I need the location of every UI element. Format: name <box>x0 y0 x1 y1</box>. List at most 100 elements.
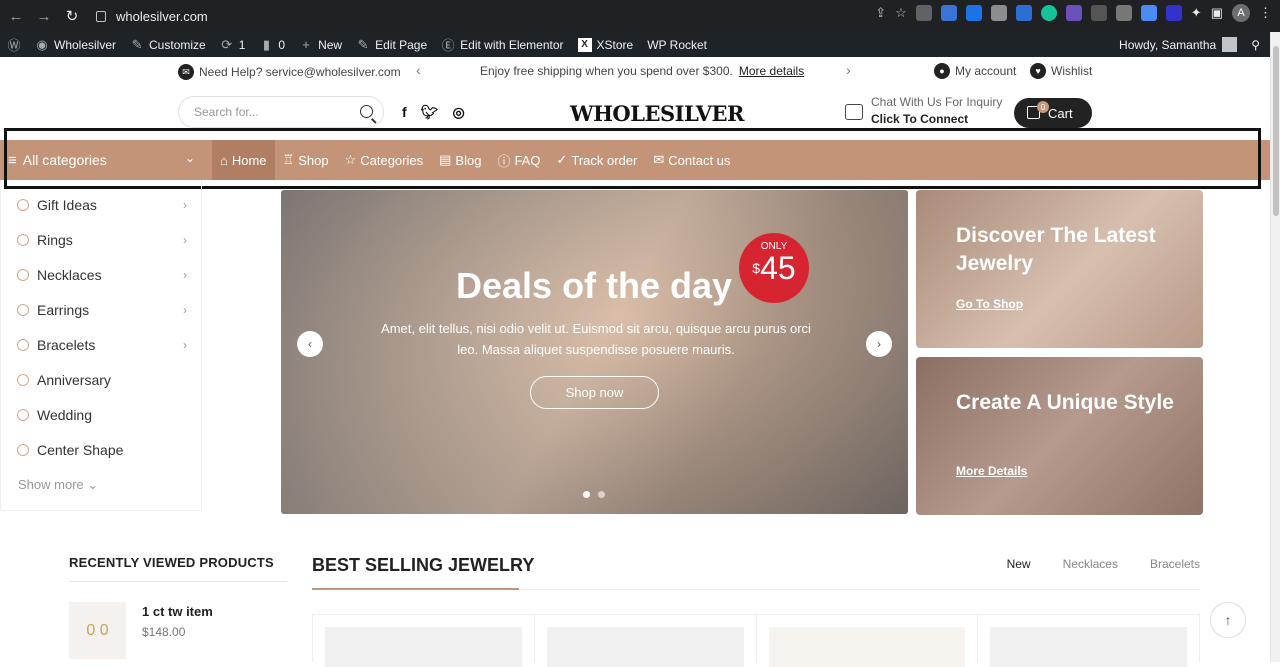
help-contact[interactable]: ✉ Need Help? service@wholesilver.com <box>178 64 401 80</box>
sidebar-item-wedding[interactable]: Wedding <box>17 397 187 432</box>
product-image[interactable] <box>990 627 1187 667</box>
scrollbar-thumb[interactable] <box>1273 46 1279 216</box>
wp-customize-item[interactable]: ✎ Customize <box>123 32 213 57</box>
show-more-link[interactable]: Show more ⌄ <box>18 477 98 493</box>
cart-button[interactable]: 0 Cart <box>1014 98 1092 128</box>
pencil-icon: ✎ <box>357 36 369 52</box>
extension-icon[interactable] <box>965 5 982 21</box>
product-card[interactable] <box>978 615 1199 667</box>
site-logo[interactable]: WHOLESILVER <box>570 101 745 126</box>
wp-site-item[interactable]: ◉ Wholesilver <box>28 32 123 57</box>
slider-next-icon[interactable]: › <box>866 331 892 357</box>
tab-bracelets[interactable]: Bracelets <box>1150 557 1200 571</box>
share-icon[interactable]: ⇪ <box>875 5 886 21</box>
sidebar-item-gift-ideas[interactable]: Gift Ideas › <box>17 187 187 222</box>
extension-icon[interactable] <box>1090 5 1107 21</box>
sidebar-item-necklaces[interactable]: Necklaces › <box>17 257 187 292</box>
xstore-icon: X <box>577 37 592 52</box>
recent-product-item[interactable]: 0 0 1 ct tw item $148.00 <box>69 602 213 659</box>
wishlist-link[interactable]: ♥ Wishlist <box>1030 63 1092 79</box>
tab-necklaces[interactable]: Necklaces <box>1063 557 1118 571</box>
twitter-icon[interactable]: 🐦︎ <box>421 104 439 121</box>
page-scrollbar[interactable] <box>1270 32 1280 662</box>
product-price: $148.00 <box>142 625 186 639</box>
sidebar-item-anniversary[interactable]: Anniversary <box>17 362 187 397</box>
search-input[interactable]: Search for... <box>178 96 384 128</box>
wp-account-menu[interactable]: Howdy, Samantha ⚲ <box>1119 32 1260 57</box>
tab-new[interactable]: New <box>1007 557 1031 571</box>
search-icon[interactable]: ⚲ <box>1251 38 1260 52</box>
extension-icon[interactable] <box>1165 5 1182 21</box>
go-to-shop-link[interactable]: Go To Shop <box>956 297 1023 311</box>
sidepanel-icon[interactable]: ▣ <box>1211 5 1223 21</box>
extension-icon[interactable] <box>915 5 932 21</box>
product-image[interactable] <box>325 627 522 667</box>
more-details-link[interactable]: More details <box>739 64 804 78</box>
sidebar-item-earrings[interactable]: Earrings › <box>17 292 187 327</box>
profile-avatar[interactable]: A <box>1232 4 1250 22</box>
wp-logo-item[interactable]: Ⓦ <box>0 32 28 57</box>
search-placeholder: Search for... <box>194 105 259 119</box>
chat-line2: Click To Connect <box>871 112 969 126</box>
product-card[interactable] <box>313 615 535 667</box>
sidebar-item-label: Wedding <box>37 406 93 423</box>
product-thumbnail[interactable]: 0 0 <box>69 602 126 659</box>
slider-dot[interactable] <box>583 491 590 498</box>
wp-rocket-item[interactable]: WP Rocket <box>640 32 714 57</box>
extension-icon[interactable] <box>1015 5 1032 21</box>
my-account-link[interactable]: ● My account <box>934 63 1016 79</box>
show-more-label: Show more <box>18 477 84 492</box>
instagram-icon[interactable]: ◎ <box>452 104 464 121</box>
extension-icon[interactable] <box>1065 5 1082 21</box>
slider-prev-icon[interactable]: ‹ <box>297 331 323 357</box>
wp-comments-item[interactable]: ▮ 0 <box>252 32 292 57</box>
wp-xstore-item[interactable]: X XStore <box>571 32 641 57</box>
gift-icon <box>17 198 29 211</box>
search-icon[interactable] <box>360 105 373 118</box>
sidebar-item-center-shape[interactable]: Center Shape <box>17 432 187 467</box>
wp-new-item[interactable]: + New <box>292 32 349 57</box>
slider-dot[interactable] <box>598 491 605 498</box>
product-card[interactable] <box>535 615 757 667</box>
extension-icon[interactable] <box>940 5 957 21</box>
product-image[interactable] <box>768 627 966 667</box>
puzzle-icon[interactable]: ✦ <box>1191 5 1202 21</box>
back-icon[interactable]: ← <box>4 4 28 28</box>
account-label: My account <box>955 64 1017 78</box>
extension-icon[interactable] <box>1040 5 1057 21</box>
menu-dots-icon[interactable]: ⋮ <box>1259 5 1272 21</box>
promo-card-latest[interactable]: Discover The Latest Jewelry Go To Shop <box>916 190 1203 348</box>
price-currency: $ <box>752 260 761 276</box>
chat-line1: Chat With Us For Inquiry <box>871 95 1003 109</box>
product-card[interactable] <box>757 615 979 667</box>
wp-updates-item[interactable]: ⟳ 1 <box>213 32 253 57</box>
facebook-icon[interactable]: f <box>402 104 407 121</box>
sidebar-item-bracelets[interactable]: Bracelets › <box>17 327 187 362</box>
more-details-link[interactable]: More Details <box>956 464 1027 478</box>
promo-card-unique[interactable]: Create A Unique Style More Details <box>916 357 1203 515</box>
wp-customize-label: Customize <box>149 37 206 52</box>
chevron-right-icon[interactable]: › <box>846 62 851 78</box>
wp-edit-page-item[interactable]: ✎ Edit Page <box>349 32 434 57</box>
sidebar-item-rings[interactable]: Rings › <box>17 222 187 257</box>
reload-icon[interactable]: ↻ <box>60 4 84 28</box>
back-to-top-button[interactable]: ↑ <box>1210 602 1246 638</box>
product-name[interactable]: 1 ct tw item <box>142 604 213 619</box>
extension-icon[interactable] <box>1115 5 1132 21</box>
bookmark-star-icon[interactable]: ☆ <box>895 5 907 21</box>
promo-title: Create A Unique Style <box>956 391 1174 414</box>
shop-now-button[interactable]: Shop now <box>530 376 659 409</box>
sidebar-item-label: Rings <box>37 231 73 248</box>
chat-inquiry[interactable]: Chat With Us For Inquiry Click To Connec… <box>845 94 1002 128</box>
address-bar[interactable]: wholesilver.com <box>88 4 828 28</box>
forward-icon[interactable]: → <box>32 4 56 28</box>
extension-icon[interactable] <box>990 5 1007 21</box>
product-image[interactable] <box>546 627 744 667</box>
gem-icon <box>17 443 29 456</box>
wp-edit-page-label: Edit Page <box>375 37 428 52</box>
extension-icon[interactable] <box>1140 5 1157 21</box>
howdy-label: Howdy, Samantha <box>1119 37 1217 52</box>
chevron-left-icon[interactable]: ‹ <box>416 62 421 78</box>
wp-elementor-item[interactable]: Ⓔ Edit with Elementor <box>434 32 570 57</box>
top-info-bar: ✉ Need Help? service@wholesilver.com ‹ E… <box>0 57 1270 85</box>
